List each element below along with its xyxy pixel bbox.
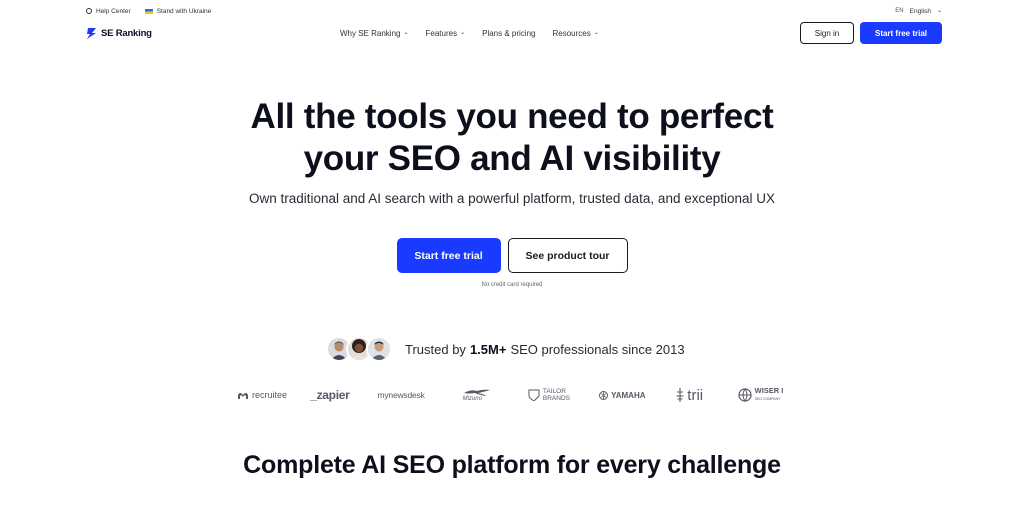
zapier-wordmark: _zapier: [310, 388, 350, 402]
yamaha-tuning-fork-icon: [599, 390, 609, 400]
hero-cta-group: Start free trial See product tour: [0, 238, 1024, 273]
language-label: English: [909, 7, 931, 15]
yamaha-logo: YAMAHA: [599, 390, 676, 400]
wiser-wordmark: WISER I SEO COMPANY: [755, 387, 784, 403]
trii-wordmark: trii: [687, 386, 704, 404]
wiser-logo: WISER I SEO COMPANY: [738, 387, 797, 403]
mynewsdesk-wordmark: mynewsdesk: [377, 390, 425, 400]
chevron-down-icon: ⌄: [460, 29, 466, 36]
language-selector[interactable]: EN English ⌄: [895, 8, 942, 15]
avatar-group: [326, 336, 392, 362]
wiser-line-2: SEO COMPANY: [754, 397, 781, 401]
utility-bar: Help Center Stand with Ukraine EN Englis…: [86, 6, 942, 16]
stand-with-ukraine-link[interactable]: Stand with Ukraine: [144, 7, 212, 15]
section-title: Complete AI SEO platform for every chall…: [243, 451, 781, 479]
yamaha-wordmark: YAMAHA: [611, 390, 646, 400]
nav-item-label: Plans & pricing: [482, 28, 536, 38]
logo[interactable]: SE Ranking: [86, 27, 152, 40]
trust-row: Trusted by 1.5M+ SEO professionals since…: [326, 336, 685, 362]
chevron-down-icon: ⌄: [936, 7, 942, 14]
hero-title-line-2: your SEO and AI visibility: [303, 139, 721, 178]
chevron-down-icon: ⌄: [593, 29, 599, 36]
mizuno-wordmark: Mizuno: [462, 396, 482, 402]
person-photo-icon: [368, 338, 390, 360]
recruitee-wordmark: recruitee: [252, 390, 288, 400]
tailor-brands-wordmark: TAILOR BRANDS: [543, 388, 570, 402]
logo-text: SE Ranking: [101, 27, 152, 39]
main-nav: SE Ranking Why SE Ranking ⌄ Features ⌄ P…: [86, 22, 942, 44]
nav-menu: Why SE Ranking ⌄ Features ⌄ Plans & pric…: [340, 29, 599, 38]
tailor-brands-logo: TAILOR BRANDS: [528, 388, 599, 402]
help-circle-icon: [86, 8, 92, 14]
recruitee-mark-icon: [238, 393, 248, 399]
hero-subtitle: Own traditional and AI search with a pow…: [248, 191, 776, 206]
help-center-label: Help Center: [96, 7, 131, 15]
mizuno-runbird-icon: [463, 389, 490, 396]
stand-with-ukraine-label: Stand with Ukraine: [156, 7, 212, 15]
recruitee-logo: recruitee: [237, 390, 310, 400]
mynewsdesk-logo: mynewsdesk: [378, 390, 463, 400]
hero-title: All the tools you need to perfect your S…: [0, 96, 1024, 180]
no-credit-card-note: No credit card required: [481, 282, 543, 288]
nav-start-trial-button[interactable]: Start free trial: [860, 22, 942, 44]
trust-statement: Trusted by 1.5M+ SEO professionals since…: [405, 342, 685, 357]
zapier-logo: _zapier: [310, 388, 377, 402]
nav-item-label: Features: [425, 28, 458, 38]
product-tour-button[interactable]: See product tour: [507, 238, 628, 273]
wiser-globe-icon: [738, 388, 752, 402]
nav-item-features[interactable]: Features ⌄: [426, 29, 466, 38]
tailor-brands-shield-icon: [528, 389, 540, 401]
nav-item-label: Why SE Ranking: [340, 28, 401, 38]
nav-item-plans-pricing[interactable]: Plans & pricing: [482, 29, 535, 38]
wiser-line-1: WISER I: [754, 386, 784, 395]
tailor-brands-line-2: BRANDS: [542, 395, 570, 402]
chevron-down-icon: ⌄: [403, 29, 409, 36]
sign-in-button[interactable]: Sign in: [800, 22, 854, 44]
avatar: [366, 336, 392, 362]
tailor-brands-line-1: TAILOR: [542, 388, 566, 395]
trust-prefix: Trusted by: [405, 341, 466, 357]
help-center-link[interactable]: Help Center: [86, 8, 131, 15]
client-logos: recruitee _zapier mynewsdesk Mizuno TAIL…: [237, 384, 797, 406]
nav-actions: Sign in Start free trial: [800, 22, 942, 44]
nav-item-resources[interactable]: Resources ⌄: [552, 29, 598, 38]
trust-highlight: 1.5M+: [469, 341, 507, 357]
nav-item-label: Resources: [552, 28, 591, 38]
hero-title-line-1: All the tools you need to perfect: [250, 97, 774, 136]
trii-logo: trii: [676, 387, 737, 404]
trust-suffix: SEO professionals since 2013: [510, 341, 685, 357]
mizuno-logo: Mizuno: [463, 388, 528, 402]
hero-start-trial-button[interactable]: Start free trial: [396, 238, 501, 273]
trii-tree-icon: [676, 388, 684, 402]
nav-item-why-se-ranking[interactable]: Why SE Ranking ⌄: [340, 29, 409, 38]
utility-links: Help Center Stand with Ukraine: [86, 8, 211, 15]
ukraine-flag-icon: [144, 8, 153, 14]
language-code: EN: [895, 8, 904, 14]
se-ranking-logo-icon: [87, 27, 96, 39]
